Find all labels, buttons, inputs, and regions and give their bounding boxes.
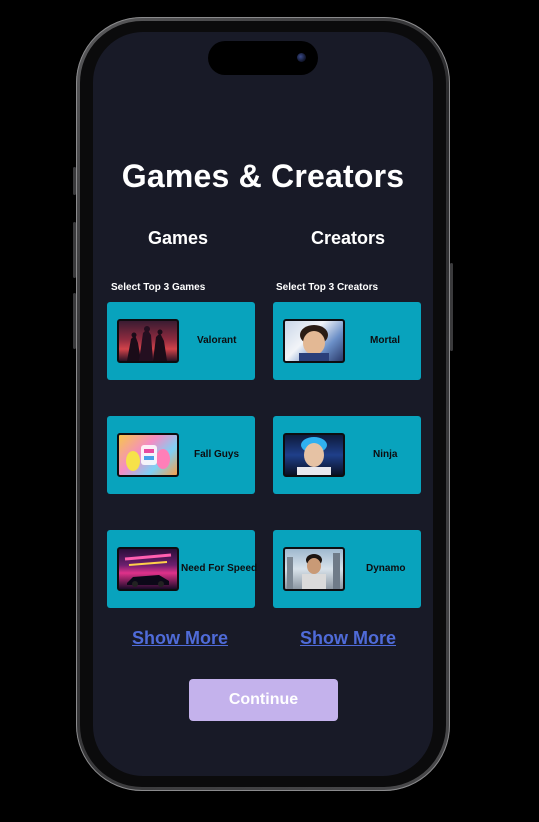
ninja-photo-icon [297, 437, 331, 475]
dynamo-photo-icon [287, 553, 340, 589]
creator-card-dynamo[interactable]: Dynamo [273, 530, 421, 608]
game-name: Fall Guys [194, 449, 240, 460]
page-title: Games & Creators [121, 158, 405, 194]
mortal-photo-icon [299, 325, 329, 361]
need-for-speed-art-icon [124, 553, 172, 587]
volume-down-button [73, 293, 76, 349]
ninja-photo [283, 433, 345, 477]
need-for-speed-thumbnail [117, 547, 179, 591]
games-select-label: Select Top 3 Games [111, 282, 206, 293]
game-card-fall-guys[interactable]: Fall Guys [107, 416, 255, 494]
dynamo-photo [283, 547, 345, 591]
creators-show-more-link[interactable]: Show More [300, 628, 396, 649]
creator-name: Mortal [370, 335, 400, 346]
game-name: Need For Speed [181, 563, 258, 574]
app-screen: Games & Creators Games Creators Select T… [93, 32, 433, 776]
continue-button[interactable]: Continue [189, 679, 338, 721]
valorant-art-icon [127, 326, 167, 361]
creators-heading: Creators [310, 228, 386, 248]
creator-card-ninja[interactable]: Ninja [273, 416, 421, 494]
power-button [450, 263, 453, 351]
action-button [73, 167, 76, 195]
creator-card-mortal[interactable]: Mortal [273, 302, 421, 380]
camera-icon [297, 53, 306, 62]
mortal-photo [283, 319, 345, 363]
dynamic-island [208, 41, 318, 75]
creator-name: Ninja [373, 449, 398, 460]
game-card-need-for-speed[interactable]: Need For Speed [107, 530, 258, 608]
valorant-thumbnail [117, 319, 179, 363]
phone-frame: Games & Creators Games Creators Select T… [73, 17, 453, 791]
game-name: Valorant [197, 335, 237, 346]
fall-guys-thumbnail [117, 433, 179, 477]
games-heading: Games [147, 228, 209, 248]
screenshot-stage: Games & Creators Games Creators Select T… [0, 0, 539, 822]
games-show-more-link[interactable]: Show More [132, 628, 228, 649]
fall-guys-art-icon [126, 445, 170, 471]
creator-name: Dynamo [366, 563, 406, 574]
game-card-valorant[interactable]: Valorant [107, 302, 255, 380]
creators-select-label: Select Top 3 Creators [276, 282, 379, 293]
volume-up-button [73, 222, 76, 278]
